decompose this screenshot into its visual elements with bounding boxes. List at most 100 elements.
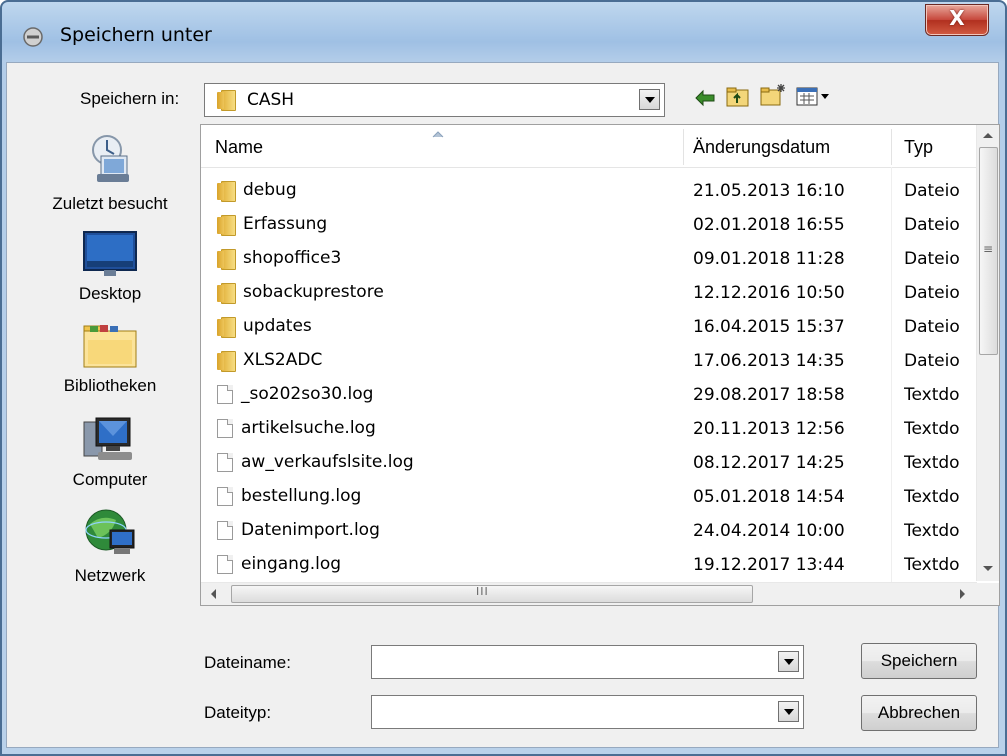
vertical-scroll-thumb[interactable]: ≡ (979, 147, 998, 355)
file-name-cell: updates (217, 316, 312, 338)
folder-icon (217, 350, 236, 372)
filetype-select[interactable] (371, 695, 804, 729)
file-row[interactable]: aw_verkaufslsite.log 08.12.2017 14:25 Text… (201, 446, 976, 480)
column-name[interactable]: Name (215, 137, 263, 158)
file-name: debug (243, 180, 297, 200)
column-separator[interactable] (891, 129, 892, 165)
chevron-down-icon[interactable] (778, 651, 799, 672)
file-name: bestellung.log (241, 486, 362, 506)
location-label: Speichern in: (80, 89, 180, 108)
file-name: updates (243, 316, 312, 336)
text-file-icon (217, 384, 233, 404)
text-file-icon (217, 486, 233, 506)
file-row[interactable]: debug 21.05.2013 16:10 Dateio (201, 174, 976, 208)
file-name-cell: sobackuprestore (217, 282, 384, 304)
file-date: 19.12.2017 13:44 (693, 555, 845, 575)
recent-places-icon (92, 135, 129, 182)
file-date: 05.01.2018 14:54 (693, 487, 845, 507)
place-label: Computer (72, 470, 148, 489)
file-name: XLS2ADC (243, 350, 323, 370)
scroll-down-icon[interactable] (982, 565, 994, 573)
horizontal-scroll-thumb[interactable]: III (231, 585, 753, 603)
filetype-label: Dateityp: (204, 703, 272, 722)
file-type: Textdo (904, 419, 960, 439)
file-row[interactable]: artikelsuche.log 20.11.2013 12:56 Textdo (201, 412, 976, 446)
file-type: Dateio (904, 215, 960, 235)
column-header: Name Änderungsdatum Typ (201, 125, 976, 168)
view-menu-icon[interactable] (796, 86, 832, 108)
new-folder-icon[interactable] (760, 82, 788, 108)
save-button[interactable]: Speichern (861, 643, 977, 679)
folder-icon (217, 316, 236, 338)
column-type[interactable]: Typ (904, 137, 933, 158)
file-date: 12.12.2016 10:50 (693, 283, 845, 303)
horizontal-scrollbar[interactable]: III (201, 582, 977, 605)
file-row[interactable]: Datenimport.log 24.04.2014 10:00 Textdo (201, 514, 976, 548)
file-name-cell: artikelsuche.log (217, 418, 376, 438)
place-network[interactable]: Netzwerk (30, 504, 190, 586)
file-name: eingang.log (241, 554, 342, 574)
file-name-cell: debug (217, 180, 297, 202)
file-row[interactable]: bestellung.log 05.01.2018 14:54 Textdo (201, 480, 976, 514)
column-separator[interactable] (683, 129, 684, 165)
file-name: _so202so30.log (241, 384, 374, 404)
vertical-scrollbar[interactable]: ≡ (976, 125, 999, 581)
file-date: 20.11.2013 12:56 (693, 419, 845, 439)
place-recent[interactable]: Zuletzt besucht (30, 132, 190, 214)
file-row[interactable]: sobackuprestore 12.12.2016 10:50 Dateio (201, 276, 976, 310)
chevron-down-icon[interactable] (778, 701, 799, 722)
desktop-icon (83, 231, 137, 276)
window-title: Speichern unter (60, 24, 212, 46)
file-name: sobackuprestore (243, 282, 384, 302)
file-row[interactable]: _so202so30.log 29.08.2017 18:58 Textdo (201, 378, 976, 412)
file-type: Dateio (904, 181, 960, 201)
place-label: Desktop (78, 284, 142, 303)
file-row[interactable]: eingang.log 19.12.2017 13:44 Textdo (201, 548, 976, 582)
back-arrow-icon[interactable] (694, 89, 716, 107)
place-label: Zuletzt besucht (52, 194, 168, 213)
grip-icon: III (476, 585, 489, 598)
folder-up-icon[interactable] (726, 86, 750, 108)
title-bar[interactable]: Speichern unter X (2, 2, 1005, 62)
text-file-icon (217, 520, 233, 540)
text-file-icon (217, 554, 233, 574)
scroll-up-icon[interactable] (982, 131, 994, 139)
file-list[interactable]: Name Änderungsdatum Typ debug 21.05.2013 … (200, 124, 1000, 606)
file-name: Erfassung (243, 214, 328, 234)
file-type: Dateio (904, 249, 960, 269)
file-name: aw_verkaufslsite.log (241, 452, 414, 472)
computer-icon (83, 417, 132, 460)
column-divider (891, 167, 892, 587)
file-type: Textdo (904, 385, 960, 405)
column-date[interactable]: Änderungsdatum (693, 137, 830, 158)
scroll-left-icon[interactable] (209, 588, 217, 600)
text-file-icon (217, 452, 233, 472)
file-name-cell: bestellung.log (217, 486, 361, 506)
place-computer[interactable]: Computer (30, 414, 190, 490)
place-libraries[interactable]: Bibliotheken (30, 322, 190, 396)
filename-combo[interactable] (371, 645, 804, 679)
folder-icon (217, 248, 236, 270)
place-label: Netzwerk (74, 566, 146, 585)
file-name-cell: Datenimport.log (217, 520, 380, 540)
scroll-corner (977, 583, 999, 605)
place-desktop[interactable]: Desktop (30, 230, 190, 304)
sort-ascending-icon (432, 131, 444, 138)
file-row[interactable]: updates 16.04.2015 15:37 Dateio (201, 310, 976, 344)
file-row[interactable]: Erfassung 02.01.2018 16:55 Dateio (201, 208, 976, 242)
file-type: Dateio (904, 317, 960, 337)
filename-input[interactable] (374, 648, 768, 676)
file-date: 09.01.2018 11:28 (693, 249, 845, 269)
file-row[interactable]: shopoffice3 09.01.2018 11:28 Dateio (201, 242, 976, 276)
close-button[interactable]: X (925, 4, 989, 36)
folder-icon (217, 90, 236, 111)
file-date: 16.04.2015 15:37 (693, 317, 845, 337)
file-row[interactable]: XLS2ADC 17.06.2013 14:35 Dateio (201, 344, 976, 378)
location-combo[interactable]: CASH (204, 83, 665, 117)
file-type: Dateio (904, 351, 960, 371)
file-name-cell: shopoffice3 (217, 248, 341, 270)
place-label: Bibliotheken (63, 376, 157, 395)
chevron-down-icon[interactable] (639, 89, 660, 110)
scroll-right-icon[interactable] (959, 588, 967, 600)
cancel-button[interactable]: Abbrechen (861, 695, 977, 731)
